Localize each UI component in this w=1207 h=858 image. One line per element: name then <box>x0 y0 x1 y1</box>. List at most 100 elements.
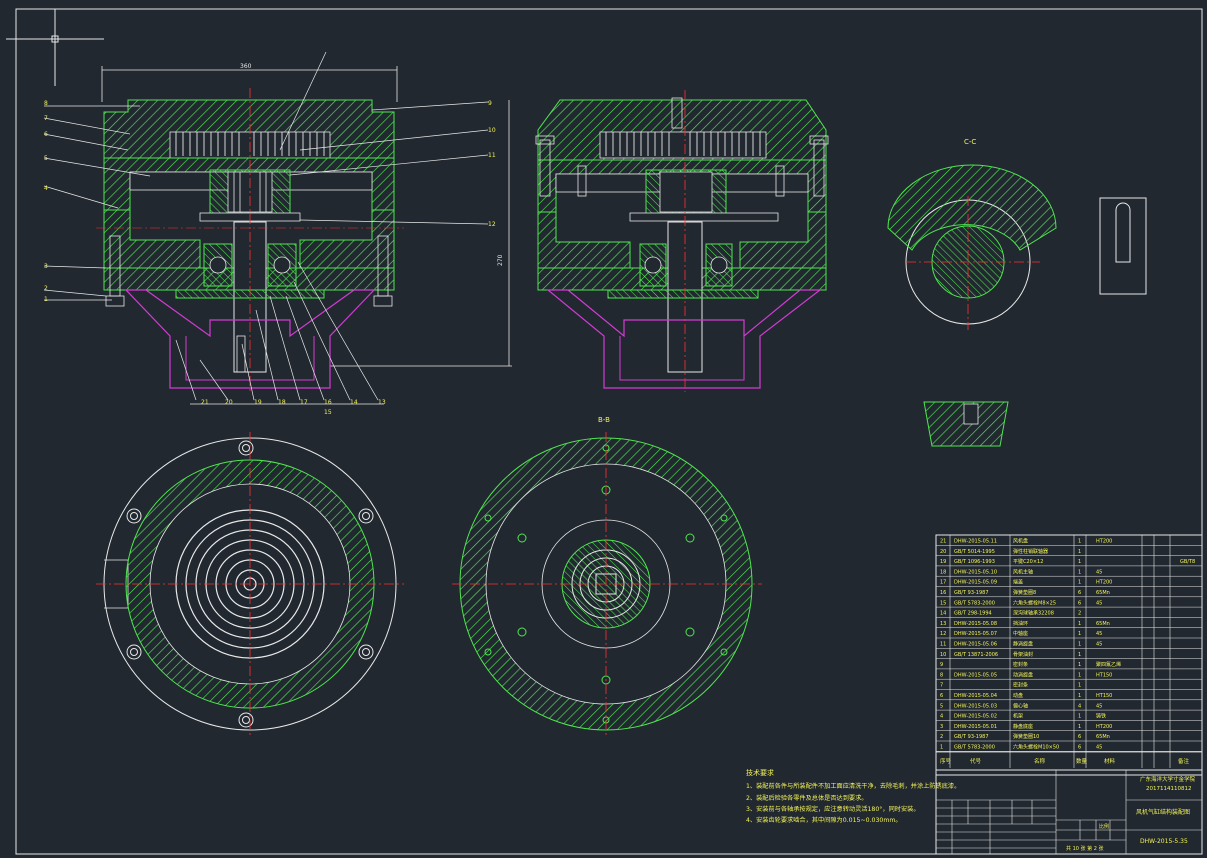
dimension-height-label: 270 <box>497 254 504 266</box>
svg-text:6: 6 <box>44 131 48 138</box>
bom-cell-qty: 1 <box>1078 539 1081 545</box>
side-section-view[interactable] <box>535 90 829 392</box>
bom-cell-no: 10 <box>940 652 946 658</box>
bom-cell-code: GB/T 298-1994 <box>954 611 992 617</box>
bom-cell-name: 静涡旋盘 <box>1013 641 1033 648</box>
bom-cell-qty: 6 <box>1078 734 1081 740</box>
bom-cell-code: GB/T 5783-2000 <box>954 745 995 751</box>
bom-cell-material: 铸铁 <box>1096 713 1106 720</box>
section-b-b-view[interactable]: B-B <box>452 416 762 736</box>
section-c-c-label: C-C <box>964 138 976 146</box>
bom-header: 序号 代号 名称 数量 材料 备注 <box>940 757 1190 765</box>
svg-text:8: 8 <box>44 100 48 107</box>
svg-text:7: 7 <box>44 115 48 122</box>
company-line-1: 广东海洋大学寸金学院 <box>1140 775 1196 783</box>
bom-cell-qty: 1 <box>1078 693 1081 699</box>
bom-cell-name: 动涡旋盘 <box>1013 671 1033 678</box>
svg-text:15: 15 <box>324 409 332 416</box>
bom-table[interactable]: 21 DHW-2015-05.11 风机盘 1 HT20020 GB/T 5014-199… <box>935 534 1203 776</box>
company-line-2: 2017114110812 <box>1146 786 1192 792</box>
drawing-title: 风机气缸结构装配图 <box>1136 808 1190 816</box>
bom-cell-name: 深沟球轴承32208 <box>1013 610 1054 617</box>
dimension-width-label: 360 <box>240 63 252 70</box>
section-c-c-view[interactable]: C-C <box>887 138 1057 330</box>
bom-cell-code: GB/T 13871-2006 <box>954 652 998 658</box>
key-detail-view[interactable] <box>1099 197 1147 295</box>
tech-req-line-2: 2、装配后检验各零件及总体是否达到要求。 <box>746 794 868 802</box>
bom-cell-no: 15 <box>940 600 946 606</box>
bom-cell-no: 3 <box>940 724 943 730</box>
bom-cell-code: DHW-2015-05.07 <box>954 631 997 637</box>
leader-numbers-left: 8 7 6 5 4 3 2 1 <box>44 100 48 303</box>
bom-cell-name: 六角头螺栓M8×25 <box>1013 599 1056 606</box>
cad-crosshair-cursor[interactable] <box>6 9 104 86</box>
bom-cell-name: 平键C20×12 <box>1013 558 1043 565</box>
bom-cell-name: 动盘 <box>1013 692 1023 699</box>
svg-text:代号: 代号 <box>970 757 982 765</box>
bom-cell-qty: 6 <box>1078 590 1081 596</box>
svg-text:1: 1 <box>44 296 48 303</box>
technical-requirements: 技术要求 1、装配前各件与所装配件不加工面应清洗干净，去除毛刺，并涂上防锈底漆。… <box>746 768 960 824</box>
local-section-detail[interactable] <box>923 401 1009 447</box>
bom-cell-qty: 6 <box>1078 600 1081 606</box>
bom-cell-code: GB/T 1096-1993 <box>954 559 995 565</box>
bom-cell-material: HT200 <box>1096 539 1112 545</box>
svg-text:序号: 序号 <box>940 757 952 765</box>
bom-cell-no: 5 <box>940 703 943 709</box>
svg-text:5: 5 <box>44 155 48 162</box>
bom-cell-name: 六角头螺栓M10×50 <box>1013 744 1059 751</box>
tech-req-line-1: 1、装配前各件与所装配件不加工面应清洗干净，去除毛刺，并涂上防锈底漆。 <box>746 782 960 790</box>
svg-text:19: 19 <box>254 399 262 406</box>
top-view-left[interactable] <box>96 432 404 736</box>
bom-cell-code: DHW-2015-05.09 <box>954 580 997 586</box>
front-section-view[interactable]: 360 270 8 7 6 5 4 3 2 1 9 10 11 12 21 20… <box>43 51 512 416</box>
bom-cell-material: HT200 <box>1096 580 1112 586</box>
bom-cell-material: HT200 <box>1096 724 1112 730</box>
svg-text:17: 17 <box>300 399 308 406</box>
bom-cell-no: 13 <box>940 621 946 627</box>
bom-cell-name: 挡油环 <box>1013 620 1028 627</box>
bom-cell-no: 12 <box>940 631 946 637</box>
bom-cell-material: 45 <box>1096 600 1102 606</box>
bom-cell-code: DHW-2015-05.03 <box>954 703 997 709</box>
bom-cell-qty: 1 <box>1078 662 1081 668</box>
svg-text:4: 4 <box>44 185 48 192</box>
bom-cell-no: 2 <box>940 734 943 740</box>
bom-cell-note: GB/T8 <box>1180 559 1195 565</box>
bom-cell-no: 20 <box>940 549 946 555</box>
bom-cell-no: 17 <box>940 580 946 586</box>
bom-cell-code: DHW-2015-05.08 <box>954 621 997 627</box>
svg-text:12: 12 <box>488 221 496 228</box>
tech-req-heading: 技术要求 <box>746 768 774 777</box>
bom-cell-material: HT150 <box>1096 672 1112 678</box>
bom-cell-material: 45 <box>1096 703 1102 709</box>
title-block[interactable]: 广东海洋大学寸金学院 2017114110812 风机气缸结构装配图 DHW-2… <box>935 769 1203 855</box>
svg-text:18: 18 <box>278 399 286 406</box>
bom-cell-code: DHW-2015-05.11 <box>954 539 997 545</box>
svg-text:2: 2 <box>44 285 48 292</box>
bom-rows: 21 DHW-2015-05.11 风机盘 1 HT20020 GB/T 5014-199… <box>936 538 1202 752</box>
bom-cell-material: 45 <box>1096 569 1102 575</box>
bom-cell-no: 8 <box>940 672 943 678</box>
bom-cell-qty: 1 <box>1078 569 1081 575</box>
bom-cell-name: 密封条 <box>1013 661 1028 668</box>
bom-cell-code: DHW-2015-05.06 <box>954 642 997 648</box>
bom-cell-material: HT150 <box>1096 693 1112 699</box>
bom-cell-no: 1 <box>940 745 943 751</box>
bom-cell-code: DHW-2015-05.01 <box>954 724 997 730</box>
svg-text:名称: 名称 <box>1034 757 1046 765</box>
bom-cell-name: 端盖 <box>1013 579 1023 586</box>
bom-cell-qty: 1 <box>1078 631 1081 637</box>
bom-cell-material: 65Mn <box>1096 734 1110 740</box>
bom-cell-no: 9 <box>940 662 943 668</box>
svg-text:10: 10 <box>488 127 496 134</box>
bom-cell-qty: 1 <box>1078 559 1081 565</box>
bom-cell-code: DHW-2015-05.05 <box>954 672 997 678</box>
bom-cell-name: 机架 <box>1013 713 1023 720</box>
bom-cell-material: 45 <box>1096 642 1102 648</box>
cad-drawing-canvas[interactable]: 360 270 8 7 6 5 4 3 2 1 9 10 11 12 21 20… <box>0 0 1207 858</box>
bom-cell-code: DHW-2015-05.10 <box>954 569 997 575</box>
bom-cell-code: GB/T 93-1987 <box>954 734 989 740</box>
svg-text:备注: 备注 <box>1178 757 1190 765</box>
bom-cell-no: 21 <box>940 539 946 545</box>
